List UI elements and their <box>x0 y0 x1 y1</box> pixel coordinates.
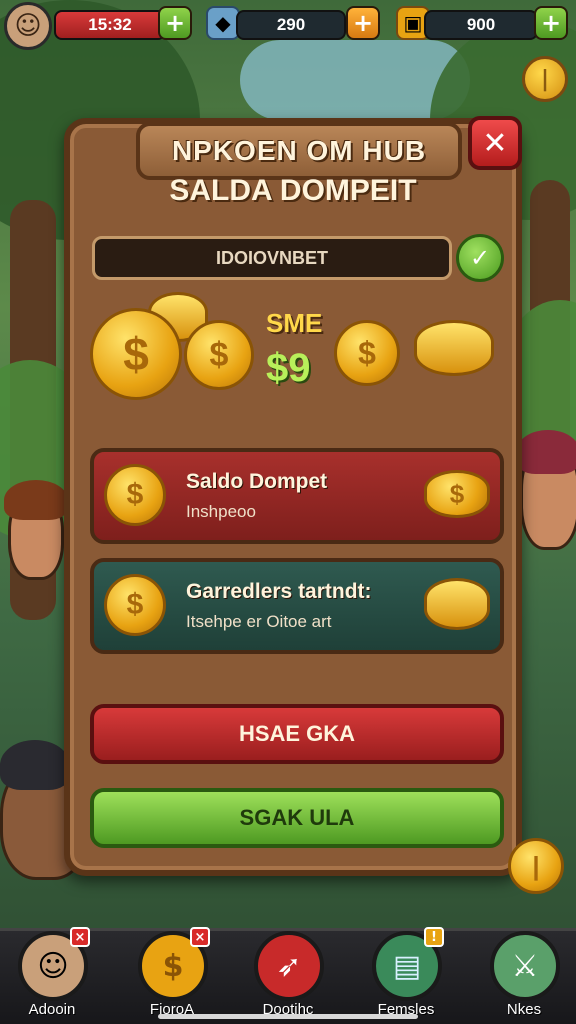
balance-label: SME <box>266 308 323 338</box>
panel-subtitle: SALDA DOMPEIT <box>169 174 417 207</box>
coin-icon: $ <box>334 320 400 386</box>
home-indicator[interactable] <box>158 1014 418 1019</box>
confirm-button[interactable]: ✓ <box>456 234 504 282</box>
character-hair <box>4 480 68 520</box>
coin-stack-icon <box>424 578 490 630</box>
rewards-card[interactable]: $ Garredlers tartndt: Itsehpe er Oitoe a… <box>90 558 504 654</box>
wallet-panel: NPKOEN OM HUB SALDA DOMPEIT ✕ IDOIOVNBET… <box>64 116 522 876</box>
player-avatar[interactable]: ☺ <box>4 2 52 50</box>
character-hair <box>516 430 576 474</box>
top-bar: ☺ 15:32 + ◆ 290 + ▣ 900 + <box>0 0 576 50</box>
card-title: Saldo Dompet <box>186 470 328 493</box>
title-plate: NPKOEN OM HUB <box>136 122 462 180</box>
sword-icon: ⚔ <box>490 931 560 1001</box>
gems-counter: 290 <box>236 10 346 40</box>
coin-icon: $ <box>90 308 182 400</box>
bottom-nav: ☺ × Adooin $ × FioroA ➶ Dootihc ▤ ! Fems… <box>0 927 576 1024</box>
nav-item-adooin[interactable]: ☺ × Adooin <box>4 927 100 1024</box>
balance-amount: $9 <box>266 346 311 390</box>
notification-badge: × <box>70 927 90 947</box>
panel-title: NPKOEN OM HUB <box>171 135 427 166</box>
card-title: Garredlers tartndt: <box>186 580 372 603</box>
rocket-icon: ➶ <box>254 931 324 1001</box>
wallet-balance-card[interactable]: $ Saldo Dompet Inshpeoo $ <box>90 448 504 544</box>
nav-item-fioroa[interactable]: $ × FioroA <box>124 927 220 1024</box>
check-icon: ✓ <box>469 244 491 272</box>
gem-icon: ◆ <box>206 6 240 40</box>
nav-item-dootihc[interactable]: ➶ Dootihc <box>240 931 336 1024</box>
wallet-input[interactable]: IDOIOVNBET <box>92 236 452 280</box>
add-crates-button[interactable]: + <box>534 6 568 40</box>
green-action-button[interactable]: SGAK ULA <box>90 788 504 848</box>
nav-item-nkes[interactable]: ⚔ Nkes <box>476 931 572 1024</box>
add-gems-button[interactable]: + <box>346 6 380 40</box>
notification-badge: ! <box>424 927 444 947</box>
card-subtitle: Inshpeoo <box>186 502 256 521</box>
nav-item-femsles[interactable]: ▤ ! Femsles <box>358 927 454 1024</box>
coin-icon: $ <box>104 464 166 526</box>
side-coin-button[interactable]: | <box>522 56 568 102</box>
floating-coin-button[interactable]: | <box>508 838 564 894</box>
red-action-button[interactable]: HSAE GKA <box>90 704 504 764</box>
add-timer-button[interactable]: + <box>158 6 192 40</box>
card-subtitle: Itsehpe er Oitoe art <box>186 612 332 631</box>
timer-display: 15:32 <box>54 10 166 40</box>
nav-label: Nkes <box>506 1001 542 1018</box>
notification-badge: × <box>190 927 210 947</box>
coin-stack-icon <box>414 320 494 376</box>
nav-label: Adooin <box>28 1001 76 1018</box>
coin-icon: $ <box>184 320 254 390</box>
coin-icon: $ <box>104 574 166 636</box>
close-icon: ✕ <box>482 125 508 161</box>
close-button[interactable]: ✕ <box>468 116 522 170</box>
crates-counter: 900 <box>424 10 538 40</box>
coin-icon: $ <box>424 470 490 518</box>
character-hair <box>0 740 70 790</box>
